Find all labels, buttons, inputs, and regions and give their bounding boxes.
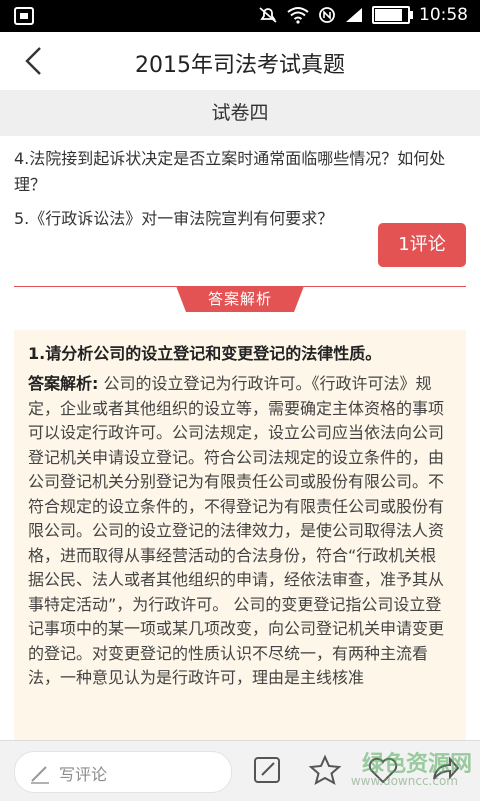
favorite-star-icon[interactable] xyxy=(308,753,342,787)
write-comment-input[interactable]: 写评论 xyxy=(14,751,232,793)
answer-section-tag: 答案解析 xyxy=(176,286,304,312)
status-bar: 10:58 xyxy=(0,0,480,32)
paper-name: 试卷四 xyxy=(0,90,480,136)
answer-body: 答案解析: 公司的设立登记为行政许可。《行政许可法》规定，企业或者其他组织的设立… xyxy=(28,372,452,691)
answer-text: 公司的设立登记为行政许可。《行政许可法》规定，企业或者其他组织的设立等，需要确定… xyxy=(28,374,445,687)
app-header: 2015年司法考试真题 xyxy=(0,32,480,90)
status-time: 10:58 xyxy=(419,5,468,25)
watermark-url: www.downcc.com xyxy=(350,774,458,788)
question-item: 4.法院接到起诉状决定是否立案时通常面临哪些情况？如何处理？ xyxy=(14,149,446,194)
answer-box: 1.请分析公司的设立登记和变更登记的法律性质。 答案解析: 公司的设立登记为行政… xyxy=(14,330,466,750)
answer-section-label: 答案解析 xyxy=(207,290,272,308)
battery-icon xyxy=(372,6,413,24)
nfc-icon xyxy=(319,7,335,23)
signal-icon xyxy=(346,8,362,22)
mute-icon xyxy=(259,7,277,23)
answer-question: 1.请分析公司的设立登记和变更登记的法律性质。 xyxy=(28,344,382,363)
screenshot-icon xyxy=(14,7,34,25)
write-comment-placeholder: 写评论 xyxy=(59,765,108,784)
edit-note-icon[interactable] xyxy=(250,753,284,787)
page-title: 2015年司法考试真题 xyxy=(135,53,345,78)
answer-prefix: 答案解析: xyxy=(28,374,99,393)
pen-icon xyxy=(31,766,49,784)
wifi-icon xyxy=(287,7,309,24)
comment-count-button[interactable]: 1评论 xyxy=(378,223,466,267)
